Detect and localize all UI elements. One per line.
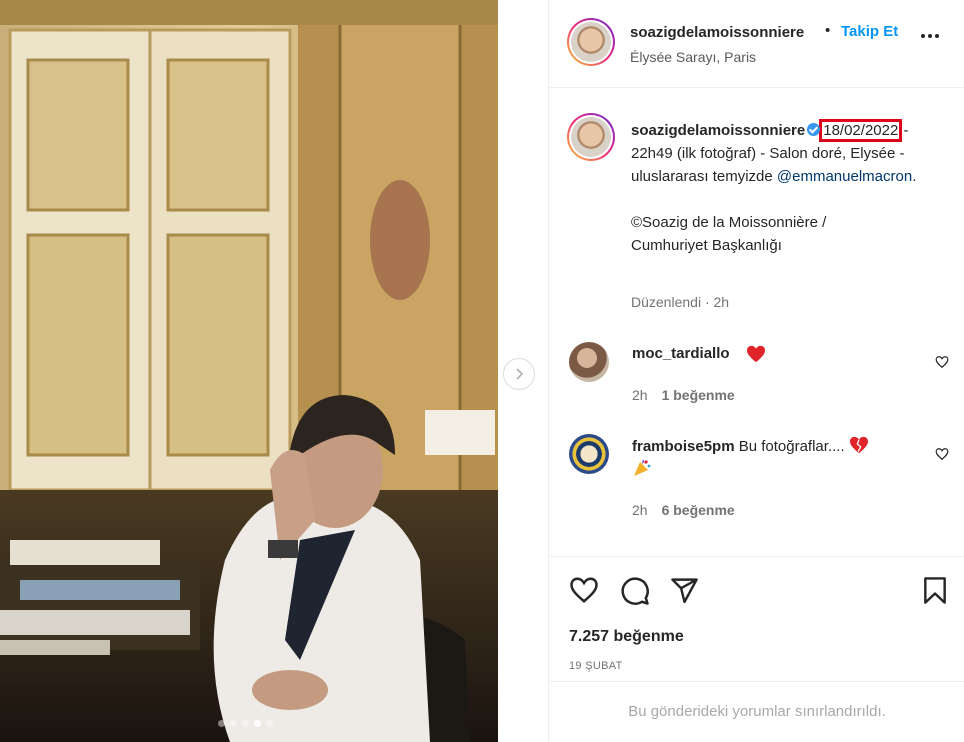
comment-likes[interactable]: 1 beğenme	[662, 387, 735, 403]
comment-username[interactable]: moc_tardiallo	[632, 345, 730, 362]
comment-text: Bu fotoğraflar....	[738, 438, 845, 455]
comment-likes[interactable]: 6 beğenme	[662, 502, 735, 518]
location-link[interactable]: Élysée Sarayı, Paris	[630, 49, 756, 65]
more-options-icon[interactable]	[921, 34, 939, 38]
follow-button[interactable]: Takip Et	[841, 23, 898, 40]
carousel-next-button[interactable]	[503, 358, 535, 390]
post-photo[interactable]	[0, 0, 498, 742]
avatar-story-ring[interactable]	[567, 18, 615, 66]
comment-avatar[interactable]	[569, 434, 609, 474]
carousel-dot	[242, 720, 249, 727]
caption-credit-2: Cumhuriyet Başkanlığı	[631, 237, 782, 254]
header-separator: •	[825, 22, 831, 39]
post-date[interactable]: 19 ŞUBAT	[569, 660, 623, 672]
header-username[interactable]: soazigdelamoissonniere	[630, 24, 804, 41]
comment-avatar[interactable]	[569, 342, 609, 382]
comment-icon[interactable]	[620, 576, 650, 606]
edited-label: Düzenlendi · 2h	[631, 294, 730, 310]
carousel-indicator	[218, 720, 273, 727]
comment-meta: 2h 1 beğenme	[632, 387, 735, 403]
comment-body: framboise5pm Bu fotoğraflar....	[632, 436, 922, 481]
chevron-right-icon	[516, 368, 524, 380]
carousel-dot	[230, 720, 237, 727]
verified-badge-icon	[807, 123, 821, 136]
carousel-dot	[218, 720, 225, 727]
comment-meta: 2h 6 beğenme	[632, 502, 735, 518]
post-header: soazigdelamoissonniere • Takip Et Élysée…	[549, 0, 964, 88]
comment-like-heart-icon[interactable]	[935, 355, 949, 369]
bookmark-icon[interactable]	[922, 576, 948, 605]
caption-text-end: .	[912, 168, 917, 185]
caption-username[interactable]: soazigdelamoissonniere	[631, 122, 805, 139]
carousel-dot	[266, 720, 273, 727]
comments-restricted-notice: Bu gönderideki yorumlar sınırlandırıldı.	[549, 681, 964, 742]
caption-avatar-ring[interactable]	[567, 113, 615, 161]
party-popper-emoji-icon	[634, 459, 651, 476]
red-heart-emoji-icon	[747, 345, 765, 363]
broken-heart-emoji-icon	[849, 436, 868, 454]
comment-time: 2h	[632, 387, 648, 403]
caption-credit-1: ©Soazig de la Moissonnière /	[631, 214, 827, 231]
photo-illustration	[0, 0, 498, 742]
comment-like-heart-icon[interactable]	[935, 447, 949, 461]
comment-username[interactable]: framboise5pm	[632, 438, 735, 455]
carousel-dot-active	[254, 720, 261, 727]
mention-link[interactable]: @emmanuelmacron	[777, 168, 912, 185]
post-actions: 7.257 beğenme 19 ŞUBAT Bu gönderideki yo…	[549, 556, 964, 742]
caption-avatar	[571, 117, 611, 157]
post-sidebar: soazigdelamoissonniere • Takip Et Élysée…	[548, 0, 964, 742]
comment-time: 2h	[632, 502, 648, 518]
send-icon[interactable]	[670, 576, 699, 605]
avatar	[571, 22, 611, 62]
post-caption: soazigdelamoissonniere 18/02/2022 - 22h49…	[631, 119, 953, 257]
likes-count[interactable]: 7.257 beğenme	[569, 628, 684, 646]
heart-icon[interactable]	[569, 576, 599, 604]
caption-date-highlight: 18/02/2022	[819, 119, 903, 142]
